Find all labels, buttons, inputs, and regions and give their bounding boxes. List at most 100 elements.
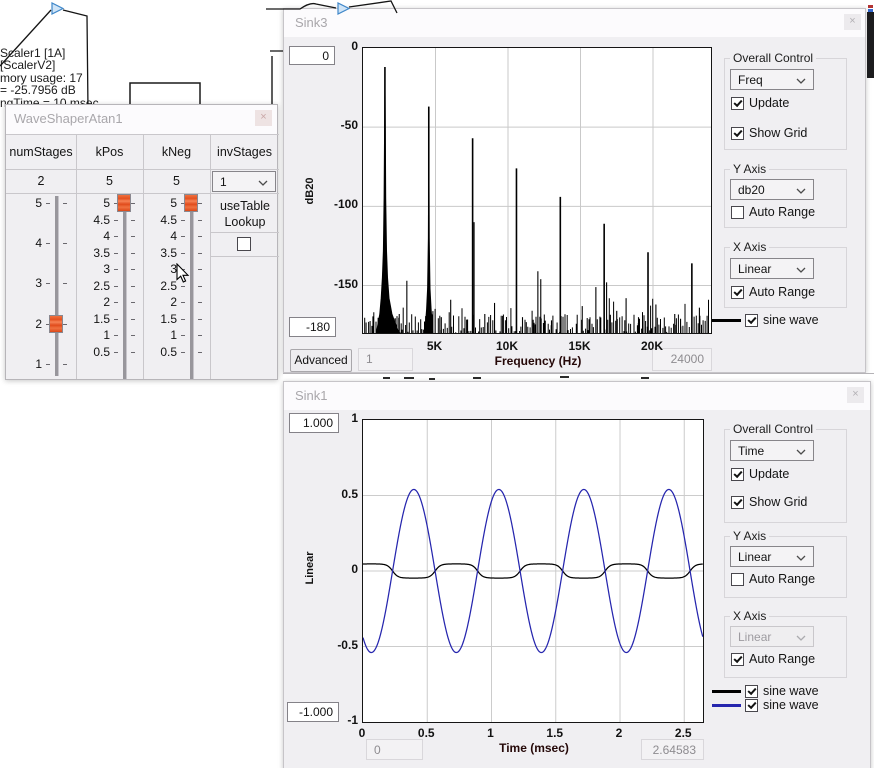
slider-tick-mark bbox=[198, 335, 202, 336]
wire-arrow-icon bbox=[338, 3, 349, 14]
column-header-numstages: numStages bbox=[6, 145, 76, 159]
slider-tick-label: 3 bbox=[0, 276, 42, 290]
close-icon[interactable]: × bbox=[844, 14, 861, 30]
update-checkbox[interactable] bbox=[731, 468, 744, 481]
y-auto-range-checkbox[interactable] bbox=[731, 573, 744, 586]
kneg-value[interactable]: 5 bbox=[143, 174, 210, 188]
show-grid-label: Show Grid bbox=[749, 126, 807, 140]
slider-tick-mark bbox=[181, 352, 185, 353]
y-tick-label: -0.5 bbox=[324, 638, 358, 652]
slider-track[interactable] bbox=[123, 196, 127, 379]
chevron-down-icon bbox=[796, 635, 806, 641]
chevron-down-icon bbox=[258, 180, 268, 186]
overall-mode-value: Freq bbox=[738, 73, 763, 87]
desktop: Scaler1 [1A] [ScalerV2] mory usage: 17 =… bbox=[0, 0, 874, 768]
slider-tick-mark bbox=[114, 269, 118, 270]
x-mode-dropdown[interactable]: Linear bbox=[730, 258, 814, 279]
show-grid-checkbox[interactable] bbox=[731, 496, 744, 509]
slider-tick-label: 2 bbox=[66, 295, 110, 309]
slider-track[interactable] bbox=[55, 196, 59, 376]
slider-tick-mark bbox=[114, 236, 118, 237]
slider-tick-mark bbox=[46, 364, 50, 365]
overall-mode-dropdown[interactable]: Time bbox=[730, 440, 814, 461]
window-title: Sink1 bbox=[295, 388, 328, 403]
legend-label: sine wave bbox=[763, 698, 819, 712]
invstages-dropdown[interactable]: 1 bbox=[212, 171, 276, 192]
module-info-tooltip: Scaler1 [1A] [ScalerV2] mory usage: 17 =… bbox=[0, 47, 99, 109]
overall-mode-dropdown[interactable]: Freq bbox=[730, 69, 814, 90]
advanced-button[interactable]: Advanced bbox=[290, 349, 352, 372]
y-min-input[interactable]: -180 bbox=[289, 317, 336, 337]
legend-checkbox[interactable] bbox=[745, 314, 758, 327]
slider-tick-mark bbox=[114, 286, 118, 287]
slider-tick-mark bbox=[198, 203, 202, 204]
x-axis-label: Frequency (Hz) bbox=[458, 354, 618, 368]
slider-tick-mark bbox=[181, 286, 185, 287]
slider-tick-mark bbox=[198, 286, 202, 287]
legend-checkbox[interactable] bbox=[745, 699, 758, 712]
slider-tick-mark bbox=[114, 302, 118, 303]
y-tick-label: 0 bbox=[324, 562, 358, 576]
x-axis-group-label: X Axis bbox=[730, 240, 769, 254]
slider-tick-mark bbox=[114, 253, 118, 254]
slider-tick-label: 5 bbox=[133, 196, 177, 210]
slider-handle-numStages[interactable] bbox=[49, 315, 63, 333]
y-mode-dropdown[interactable]: db20 bbox=[730, 179, 814, 200]
update-checkbox[interactable] bbox=[731, 97, 744, 110]
slider-handle-kPos[interactable] bbox=[117, 194, 131, 212]
slider-handle-kNeg[interactable] bbox=[184, 194, 198, 212]
mouse-cursor bbox=[176, 263, 190, 284]
x-min-input[interactable]: 0 bbox=[366, 739, 423, 760]
close-icon[interactable]: × bbox=[255, 110, 272, 126]
y-axis-caption: dB20 bbox=[304, 169, 316, 213]
x-max-input[interactable]: 2.64583 bbox=[641, 739, 704, 760]
slider-tick-label: 4 bbox=[133, 229, 177, 243]
slider-tick-mark bbox=[181, 335, 185, 336]
show-grid-checkbox[interactable] bbox=[731, 127, 744, 140]
slider-tick-mark bbox=[114, 220, 118, 221]
chevron-down-icon bbox=[796, 188, 806, 194]
slider-tick-mark bbox=[46, 283, 50, 284]
column-header-invstages: invStages bbox=[210, 145, 279, 159]
slider-tick-mark bbox=[198, 220, 202, 221]
sink1-plot-area bbox=[362, 419, 704, 723]
x-auto-range-checkbox[interactable] bbox=[731, 653, 744, 666]
slider-tick-label: 1.5 bbox=[66, 312, 110, 326]
waveshaper-titlebar[interactable]: WaveShaperAtan1 × bbox=[6, 105, 277, 134]
slider-tick-mark bbox=[114, 352, 118, 353]
legend-checkbox[interactable] bbox=[745, 685, 758, 698]
slider-tick-label: 4.5 bbox=[133, 213, 177, 227]
slider-tick-label: 3.5 bbox=[133, 246, 177, 260]
chevron-down-icon bbox=[796, 449, 806, 455]
x-min-input[interactable]: 1 bbox=[358, 348, 413, 371]
slider-track[interactable] bbox=[190, 196, 194, 379]
x-tick-label: 10K bbox=[487, 339, 527, 353]
chevron-down-icon bbox=[796, 267, 806, 273]
numstages-value[interactable]: 2 bbox=[6, 174, 76, 188]
sink1-window: Sink1 × 1.000 -1.000 Linear 0 Time (msec… bbox=[283, 381, 871, 768]
slider-tick-mark bbox=[181, 253, 185, 254]
slider-tick-mark bbox=[63, 243, 67, 244]
usetable-lookup-checkbox[interactable] bbox=[237, 237, 251, 251]
slider-tick-label: 4 bbox=[66, 229, 110, 243]
slider-tick-label: 0.5 bbox=[133, 345, 177, 359]
kpos-value[interactable]: 5 bbox=[76, 174, 143, 188]
window-title: Sink3 bbox=[295, 15, 328, 30]
slider-tick-label: 0.5 bbox=[66, 345, 110, 359]
y-mode-dropdown[interactable]: Linear bbox=[730, 546, 814, 567]
slider-tick-label: 4 bbox=[0, 236, 42, 250]
slider-tick-label: 2 bbox=[0, 317, 42, 331]
x-axis-group-label: X Axis bbox=[730, 609, 769, 623]
x-tick-label: 1.5 bbox=[537, 726, 573, 740]
x-mode-dropdown: Linear bbox=[730, 626, 814, 647]
y-auto-range-checkbox[interactable] bbox=[731, 206, 744, 219]
slider-tick-mark bbox=[198, 236, 202, 237]
slider-tick-mark bbox=[198, 269, 202, 270]
x-auto-range-checkbox[interactable] bbox=[731, 286, 744, 299]
module-info-line: = -25.7956 dB bbox=[0, 84, 99, 96]
sink1-titlebar[interactable]: Sink1 × bbox=[284, 382, 870, 410]
slider-tick-mark bbox=[198, 253, 202, 254]
close-icon[interactable]: × bbox=[847, 387, 864, 403]
x-auto-range-label: Auto Range bbox=[749, 285, 815, 299]
slider-tick-label: 1.5 bbox=[133, 312, 177, 326]
